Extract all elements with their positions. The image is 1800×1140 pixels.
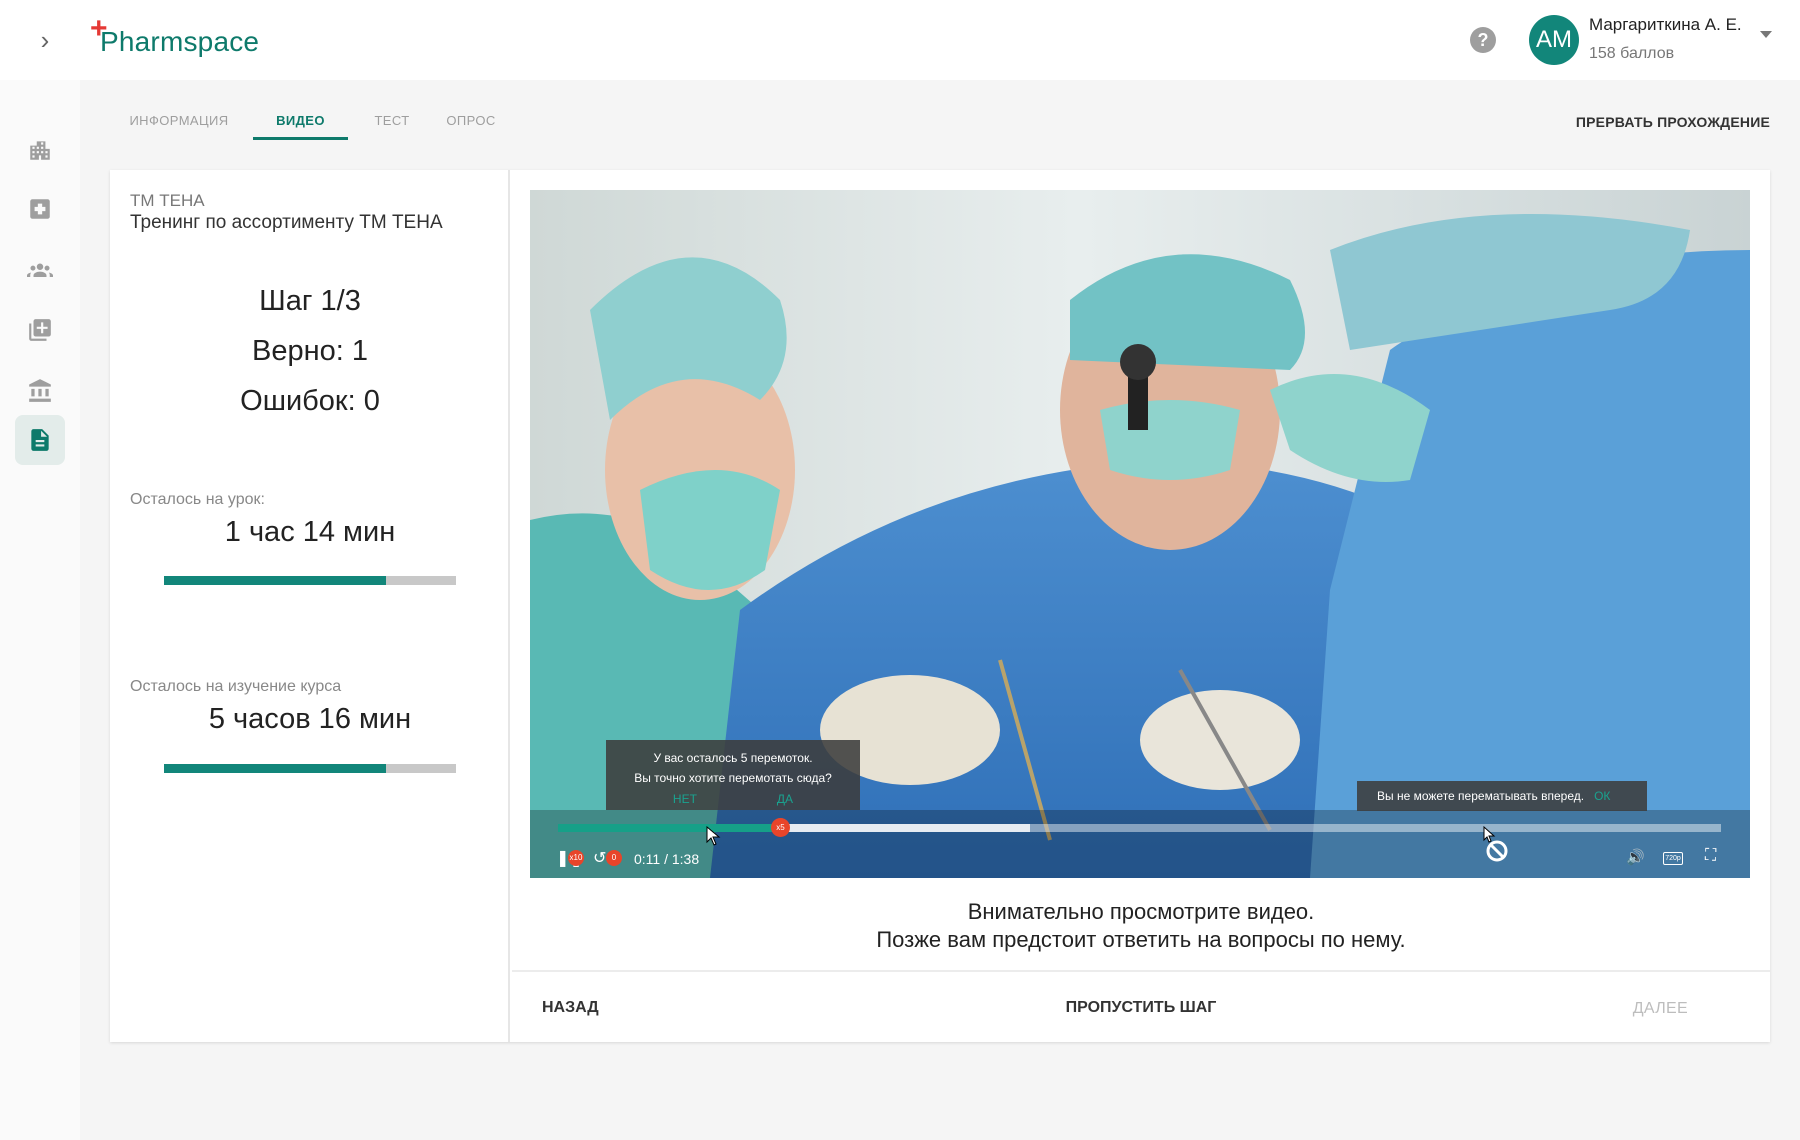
video-panel: У вас осталось 5 перемоток. Вы точно хот… xyxy=(512,170,1770,1042)
abort-button[interactable]: ПРЕРВАТЬ ПРОХОЖДЕНИЕ xyxy=(1576,114,1770,130)
help-icon[interactable]: ? xyxy=(1470,27,1496,53)
top-bar: › + Pharmspace ? АМ Маргариткина А. Е. 1… xyxy=(0,0,1800,80)
video-hint-line1: Внимательно просмотрите видео. xyxy=(967,899,1315,924)
course-brand: ТМ ТЕНА xyxy=(130,191,205,210)
rewind-actions: НЕТ ДА xyxy=(606,789,860,809)
volume-icon[interactable]: 🔊 xyxy=(1626,848,1645,866)
video-hint: Внимательно просмотрите видео. Позже вам… xyxy=(512,898,1770,954)
course-remaining-label: Осталось на изучение курса xyxy=(130,678,342,695)
errors-counter: Ошибок: 0 xyxy=(240,385,380,417)
rewind-yes-button[interactable]: ДА xyxy=(777,789,793,809)
lesson-progress-bar xyxy=(164,576,456,585)
next-button[interactable]: ДАЛЕЕ xyxy=(1633,1000,1688,1018)
logo[interactable]: + Pharmspace xyxy=(90,14,260,58)
rewind-prompt-line2: Вы точно хотите перемотать сюда? xyxy=(634,771,832,785)
logo-text: Pharmspace xyxy=(100,26,260,57)
forward-blocked-text: Вы не можете перематывать вперед. xyxy=(1377,789,1585,803)
lesson-remaining-label: Осталось на урок: xyxy=(130,491,265,508)
user-menu-caret-icon[interactable] xyxy=(1760,31,1772,38)
medical-plus-icon xyxy=(30,199,50,219)
skip-step-row: ПРОПУСТИТЬ ШАГ xyxy=(512,999,1770,1017)
lesson-progress-fill xyxy=(164,576,386,585)
rewind-icon[interactable]: ↺ xyxy=(593,848,606,868)
document-icon xyxy=(31,429,49,451)
skip-step-button[interactable]: ПРОПУСТИТЬ ШАГ xyxy=(1066,999,1217,1016)
tab-info[interactable]: ИНФОРМАЦИЯ xyxy=(123,100,235,140)
video-controls: ❚❚ x10 ↺ 0 0:11 / 1:38 🔊 720p ⛶ xyxy=(530,842,1750,878)
footer-divider xyxy=(512,970,1770,972)
rewind-prompt-line1: У вас осталось 5 перемоток. xyxy=(653,751,813,765)
sidebar-item-library[interactable] xyxy=(15,305,65,355)
sidebar-item-medical[interactable] xyxy=(15,184,65,234)
speed-badge: x10 xyxy=(568,850,584,866)
forward-ok-button[interactable]: ОК xyxy=(1594,789,1610,803)
lesson-card: ТМ ТЕНА Тренинг по ассортименту ТМ ТЕНА … xyxy=(110,170,1770,1042)
seek-handle[interactable]: x5 xyxy=(771,818,790,837)
step-counter: Шаг 1/3 xyxy=(259,285,361,317)
sidebar-item-bank[interactable] xyxy=(15,366,65,416)
tab-bar: ИНФОРМАЦИЯ ВИДЕО ТЕСТ ОПРОС ПРЕРВАТЬ ПРО… xyxy=(80,100,1800,140)
video-player[interactable]: У вас осталось 5 перемоток. Вы точно хот… xyxy=(530,190,1750,878)
sidebar xyxy=(0,80,80,1140)
rewind-confirm-tooltip: У вас осталось 5 перемоток. Вы точно хот… xyxy=(606,740,860,810)
rewind-count-badge: 0 xyxy=(606,850,622,866)
user-name: Маргариткина А. Е. xyxy=(1589,15,1742,34)
course-progress-bar xyxy=(164,764,456,773)
course-remaining-value: 5 часов 16 мин xyxy=(208,703,412,735)
forward-blocked-tooltip: Вы не можете перематывать вперед. ОК xyxy=(1357,781,1647,811)
fullscreen-icon[interactable]: ⛶ xyxy=(1705,847,1716,865)
logo-plus-icon: + xyxy=(90,12,108,45)
expand-sidebar-chevron-icon[interactable]: › xyxy=(30,22,60,58)
sidebar-item-people[interactable] xyxy=(15,245,65,295)
seek-played xyxy=(558,824,772,832)
sidebar-item-documents[interactable] xyxy=(15,415,65,465)
sidebar-item-buildings[interactable] xyxy=(15,125,65,175)
course-progress-fill xyxy=(164,764,386,773)
bank-icon xyxy=(29,379,51,402)
video-hint-line2: Позже вам предстоит ответить на вопросы … xyxy=(876,927,1406,952)
tab-survey[interactable]: ОПРОС xyxy=(441,100,501,140)
correct-counter: Верно: 1 xyxy=(252,335,368,367)
people-icon xyxy=(27,263,53,278)
seek-bar[interactable]: x5 xyxy=(558,818,1721,837)
quality-selector[interactable]: 720p xyxy=(1663,852,1683,865)
course-title: Тренинг по ассортименту ТМ ТЕНА xyxy=(130,212,443,233)
library-add-icon xyxy=(29,319,51,341)
video-time: 0:11 / 1:38 xyxy=(634,851,700,867)
user-points: 158 баллов xyxy=(1589,45,1675,62)
tab-video[interactable]: ВИДЕО xyxy=(253,100,348,140)
buildings-icon xyxy=(30,141,50,160)
rewind-no-button[interactable]: НЕТ xyxy=(673,789,697,809)
lesson-info-panel: ТМ ТЕНА Тренинг по ассортименту ТМ ТЕНА … xyxy=(110,170,510,1042)
lesson-remaining-value: 1 час 14 мин xyxy=(224,516,396,548)
tab-test[interactable]: ТЕСТ xyxy=(367,100,417,140)
user-avatar[interactable]: АМ xyxy=(1529,15,1579,65)
